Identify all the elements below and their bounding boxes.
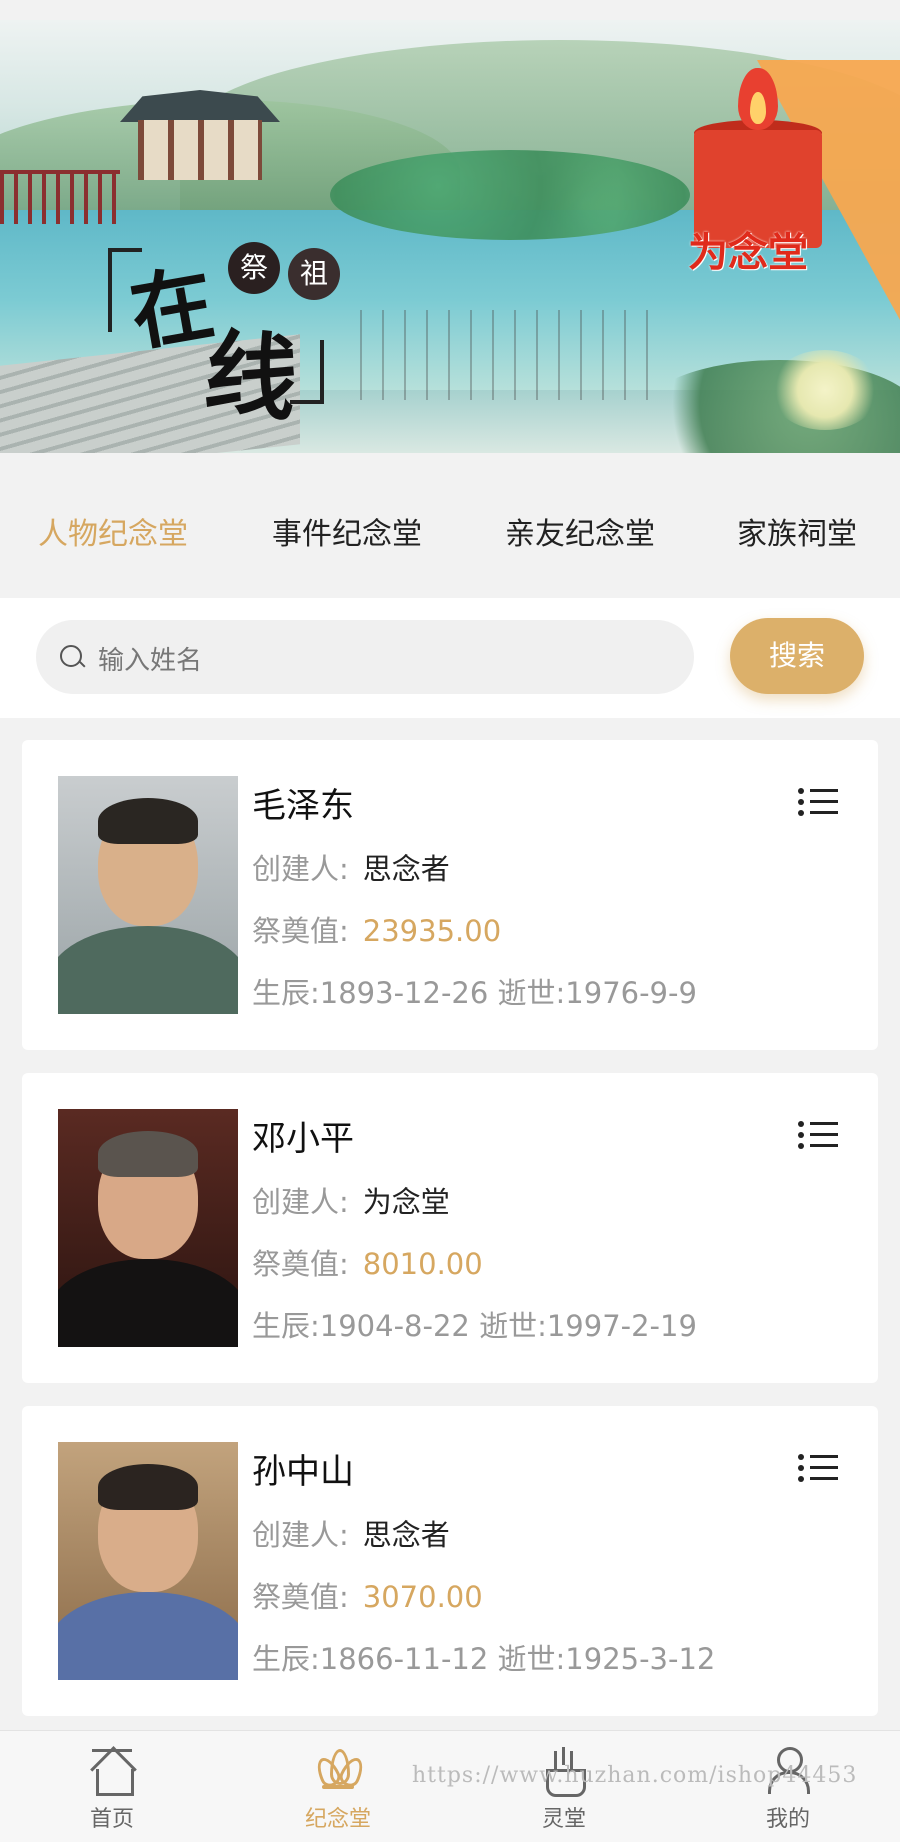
nav-label: 首页 [89, 1807, 134, 1832]
offering-row: 祭奠值: 23935.00 [252, 908, 501, 950]
offering-row: 祭奠值: 3070.00 [252, 1574, 483, 1616]
list-menu-icon[interactable] [798, 1454, 838, 1482]
life-dates: 生辰:1866-11-12 逝世:1925-3-12 [252, 1642, 716, 1676]
creator-value: 为念堂 [362, 1185, 450, 1219]
nav-label: 我的 [765, 1807, 810, 1832]
search-placeholder: 输入姓名 [98, 646, 203, 676]
tab-event-memorial[interactable]: 事件纪念堂 [272, 509, 422, 553]
lotus-icon [312, 1747, 368, 1795]
life-dates: 生辰:1904-8-22 逝世:1997-2-19 [252, 1309, 697, 1343]
creator-row: 创建人: 思念者 [252, 1512, 450, 1554]
creator-label: 创建人: [252, 1185, 349, 1219]
creator-row: 创建人: 思念者 [252, 846, 450, 888]
memorial-name: 孙中山 [252, 1452, 354, 1492]
flame-icon [750, 92, 766, 124]
creator-row: 创建人: 为念堂 [252, 1179, 450, 1221]
portrait-photo [58, 1442, 238, 1680]
memorial-card[interactable]: 孙中山 创建人: 思念者 祭奠值: 3070.00 生辰:1866-11-12 逝世… [22, 1406, 878, 1716]
offering-label: 祭奠值: [252, 914, 349, 948]
offering-value: 23935.00 [362, 914, 502, 948]
banner-pavilion [120, 80, 280, 190]
tab-friends-memorial[interactable]: 亲友纪念堂 [505, 509, 655, 553]
portrait-photo [58, 1109, 238, 1347]
nav-memorial-hall[interactable]: 纪念堂 [258, 1731, 418, 1842]
brand-logo-text: 为念堂 [688, 230, 808, 276]
banner-seal-char: 祖 [288, 248, 340, 300]
banner-flower [770, 350, 880, 430]
creator-label: 创建人: [252, 1518, 349, 1552]
banner-calligraphy-texture [360, 310, 650, 400]
memorial-card[interactable]: 邓小平 创建人: 为念堂 祭奠值: 8010.00 生辰:1904-8-22 逝世:… [22, 1073, 878, 1383]
hero-banner[interactable]: 祭 祖 在 线 为念堂 [0, 20, 900, 453]
tab-person-memorial[interactable]: 人物纪念堂 [38, 509, 188, 553]
memorial-name: 毛泽东 [252, 786, 354, 826]
nav-home[interactable]: 首页 [32, 1731, 192, 1842]
banner-brush-char: 线 [199, 317, 303, 435]
memorial-name: 邓小平 [252, 1119, 354, 1159]
portrait-photo [58, 776, 238, 1014]
offering-label: 祭奠值: [252, 1580, 349, 1614]
creator-value: 思念者 [362, 852, 450, 886]
list-menu-icon[interactable] [798, 788, 838, 816]
category-tabs: 人物纪念堂 事件纪念堂 亲友纪念堂 家族祠堂 [0, 453, 900, 598]
banner-seal-char: 祭 [228, 242, 280, 294]
banner-lotus-leaves [330, 150, 690, 240]
nav-label: 灵堂 [541, 1807, 586, 1832]
search-input[interactable]: 输入姓名 [36, 620, 694, 694]
home-icon [88, 1746, 137, 1796]
bottom-nav: 首页 纪念堂 灵堂 我的 https://www.huzhan.com/isho… [0, 1730, 900, 1842]
search-bar: 输入姓名 搜索 [0, 598, 900, 718]
banner-bridge [0, 170, 120, 224]
offering-value: 8010.00 [362, 1247, 483, 1281]
search-button[interactable]: 搜索 [730, 618, 864, 694]
watermark-text: https://www.huzhan.com/ishop44453 [412, 1763, 858, 1788]
memorial-card[interactable]: 毛泽东 创建人: 思念者 祭奠值: 23935.00 生辰:1893-12-26 逝… [22, 740, 878, 1050]
list-menu-icon[interactable] [798, 1121, 838, 1149]
offering-label: 祭奠值: [252, 1247, 349, 1281]
tab-family-shrine[interactable]: 家族祠堂 [737, 509, 857, 553]
creator-label: 创建人: [252, 852, 349, 886]
nav-label: 纪念堂 [304, 1807, 371, 1832]
creator-value: 思念者 [362, 1518, 450, 1552]
offering-row: 祭奠值: 8010.00 [252, 1241, 483, 1283]
search-icon [60, 645, 82, 667]
life-dates: 生辰:1893-12-26 逝世:1976-9-9 [252, 976, 697, 1010]
offering-value: 3070.00 [362, 1580, 483, 1614]
